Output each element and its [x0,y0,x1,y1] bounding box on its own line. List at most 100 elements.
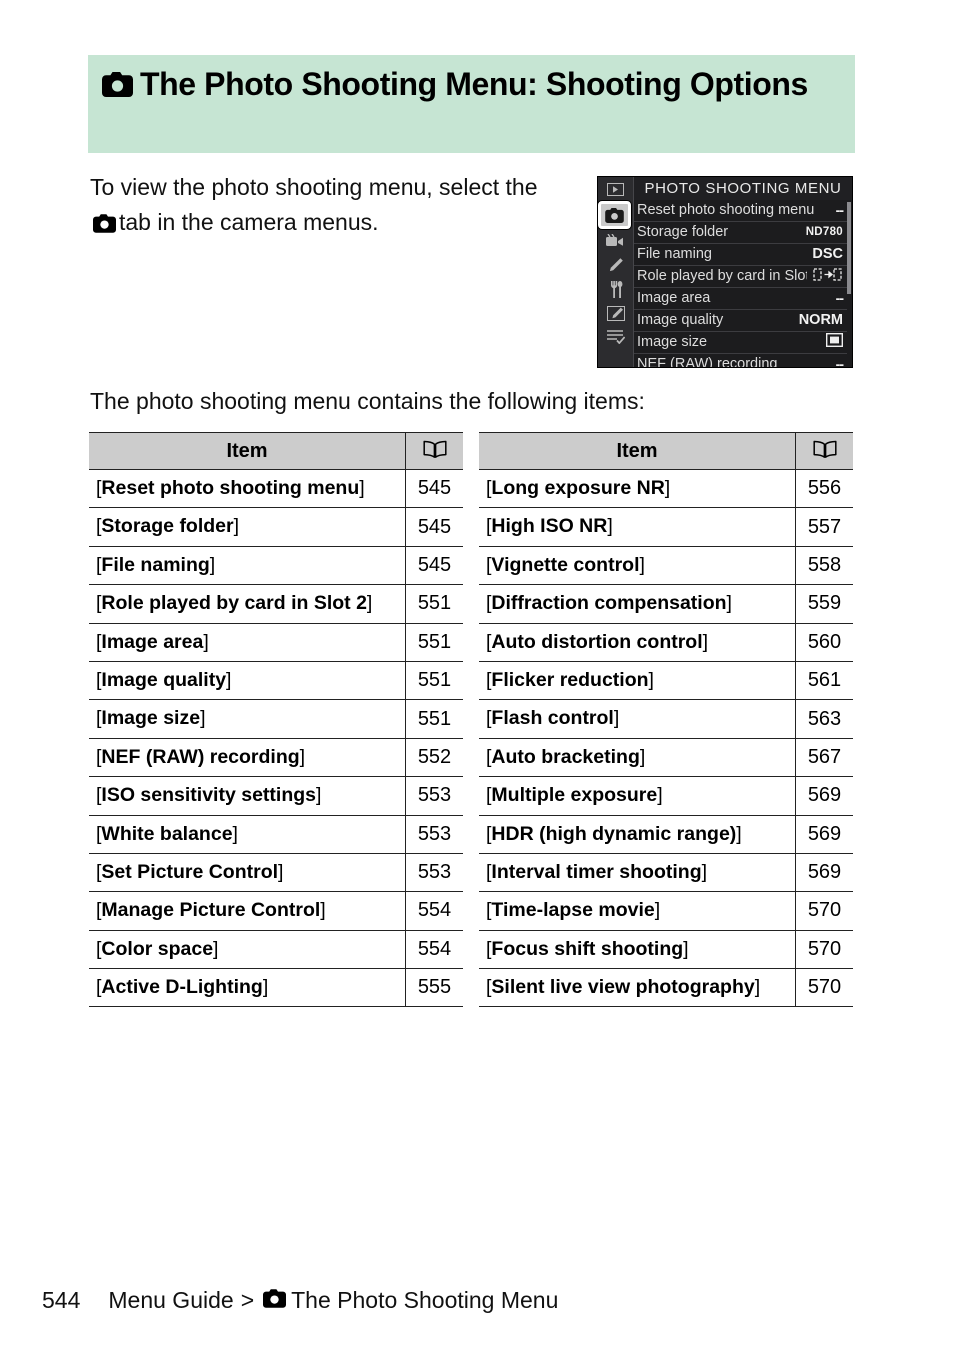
table-cell-item: [White balance] [89,814,406,854]
camera-menu-screenshot: PHOTO SHOOTING MENU Reset photo shooting… [597,176,853,368]
camera-menu-row[interactable]: Image size [634,332,847,354]
table-cell-item: [Silent live view photography] [479,968,796,1008]
page-title: The Photo Shooting Menu: Shooting Option… [102,64,841,104]
item-label: Auto distortion control [491,630,703,653]
table-row: [NEF (RAW) recording] 552 [89,737,463,778]
image-size-icon [825,332,844,353]
item-label: Role played by card in Slot 2 [101,592,367,615]
table-cell-item: [Image quality] [89,660,406,701]
camera-menu-row-value: -- [835,290,844,306]
camera-menu-row[interactable]: Image quality NORM [634,310,847,332]
item-label: Reset photo shooting menu [101,477,360,499]
table-cell-item: [Interval timer shooting] [479,852,796,893]
table-row: [Diffraction compensation] 559 [479,584,853,624]
table-cell-item: [Manage Picture Control] [89,891,406,931]
camera-menu-row[interactable]: File naming DSC [634,244,847,266]
table-cell-page: 552 [405,737,463,778]
camera-menu-scrollbar[interactable] [847,202,851,294]
table-cell-page: 553 [405,776,463,816]
table-row: [Role played by card in Slot 2] 551 [89,584,463,624]
item-label: White balance [101,822,233,845]
table-cell-item: [Focus shift shooting] [479,929,796,970]
table-cell-page: 563 [795,699,853,739]
page-footer: 544 Menu Guide > The Photo Shooting Menu [42,1287,558,1314]
table-cell-page: 553 [405,814,463,854]
table-row: [Image size] 551 [89,699,463,739]
item-label: Silent live view photography [491,976,755,999]
table-cell-page: 570 [795,968,853,1008]
book-icon [422,440,447,458]
item-label: Set Picture Control [101,860,279,883]
table-cell-page: 545 [405,507,463,547]
table-row: [Multiple exposure] 569 [479,776,853,816]
camera-menu-row[interactable]: Image area -- [634,288,847,310]
item-label: File naming [101,553,210,576]
table-row: [Image quality] 551 [89,660,463,701]
item-label: Multiple exposure [491,784,658,807]
page-heading-band: The Photo Shooting Menu: Shooting Option… [88,55,855,153]
table-row: [White balance] 553 [89,814,463,854]
item-label: Focus shift shooting [491,937,684,960]
table-cell-item: [Diffraction compensation] [479,584,796,624]
custom-settings-pencil-icon [601,254,630,276]
table-cell-item: [Storage folder] [89,507,406,547]
item-label: Long exposure NR [491,477,665,499]
camera-menu-row-label: Storage folder [637,224,729,240]
page-title-text: The Photo Shooting Menu: Shooting Option… [140,66,808,102]
camera-menu-row[interactable]: Storage folder ND780 [634,222,847,244]
camera-menu-row-value: NORM [798,312,843,328]
item-label: Time-lapse movie [491,899,655,922]
table-row: [Focus shift shooting] 570 [479,929,853,970]
table-row: [HDR (high dynamic range)] 569 [479,814,853,854]
table-cell-page: 551 [405,699,463,739]
item-label: High ISO NR [491,515,608,538]
footer-subsection: The Photo Shooting Menu [291,1287,559,1313]
footer-page-number: 544 [42,1287,81,1313]
setup-wrench-icon [601,278,630,300]
footer-separator: > [240,1287,255,1313]
recent-settings-tab-icon [601,326,630,348]
table-header-item: Item [479,432,796,470]
item-label: NEF (RAW) recording [101,745,300,768]
table-cell-item: [Flash control] [479,699,796,739]
menu-items-table-left: Item [Reset photo shooting menu] 545 [Sto… [89,432,463,1008]
camera-icon [263,1287,287,1314]
table-header-page-reference [795,432,853,470]
table-cell-page: 551 [405,622,463,662]
table-row: [Storage folder] 545 [89,507,463,547]
table-cell-item: [Vignette control] [479,545,796,586]
table-cell-page: 570 [795,891,853,931]
table-cell-item: [Time-lapse movie] [479,891,796,931]
item-label: Auto bracketing [491,745,640,768]
camera-menu-row-label: Reset photo shooting menu [637,202,815,218]
camera-menu-row[interactable]: Reset photo shooting menu -- [634,200,847,222]
table-cell-item: [Multiple exposure] [479,776,796,816]
camera-menu-row-value: -- [835,202,844,218]
table-cell-item: [Auto distortion control] [479,622,796,662]
item-label: Vignette control [491,553,640,576]
camera-menu-row-label: Image size [637,334,708,350]
table-row: [Time-lapse movie] 570 [479,891,853,931]
intro-text-part2: tab in the camera menus. [119,208,379,235]
table-header-item: Item [89,432,406,470]
table-body: [Long exposure NR] 556 [High ISO NR] 557 [… [479,468,853,1008]
table-cell-item: [High ISO NR] [479,507,796,547]
table-row: [Interval timer shooting] 569 [479,852,853,893]
table-cell-page: 560 [795,622,853,662]
table-row: [Manage Picture Control] 554 [89,891,463,931]
camera-menu-row-label: Image quality [637,312,724,328]
camera-menu-row-label: Role played by card in Slot 2 [637,268,807,284]
camera-menu-row[interactable]: NEF (RAW) recording -- [634,354,847,367]
table-cell-item: [Long exposure NR] [479,468,796,509]
table-cell-page: 569 [795,814,853,854]
table-cell-item: [Image area] [89,622,406,662]
table-cell-page: 554 [405,891,463,931]
camera-menu-row[interactable]: Role played by card in Slot 2 [634,266,847,288]
table-cell-page: 558 [795,545,853,586]
table-cell-page: 570 [795,929,853,970]
table-header-row: Item [89,432,463,470]
card-overflow-icon [813,266,843,287]
playback-tab-icon [601,178,630,200]
table-cell-item: [Reset photo shooting menu] [89,468,406,509]
table-row: [Flicker reduction] 561 [479,660,853,701]
